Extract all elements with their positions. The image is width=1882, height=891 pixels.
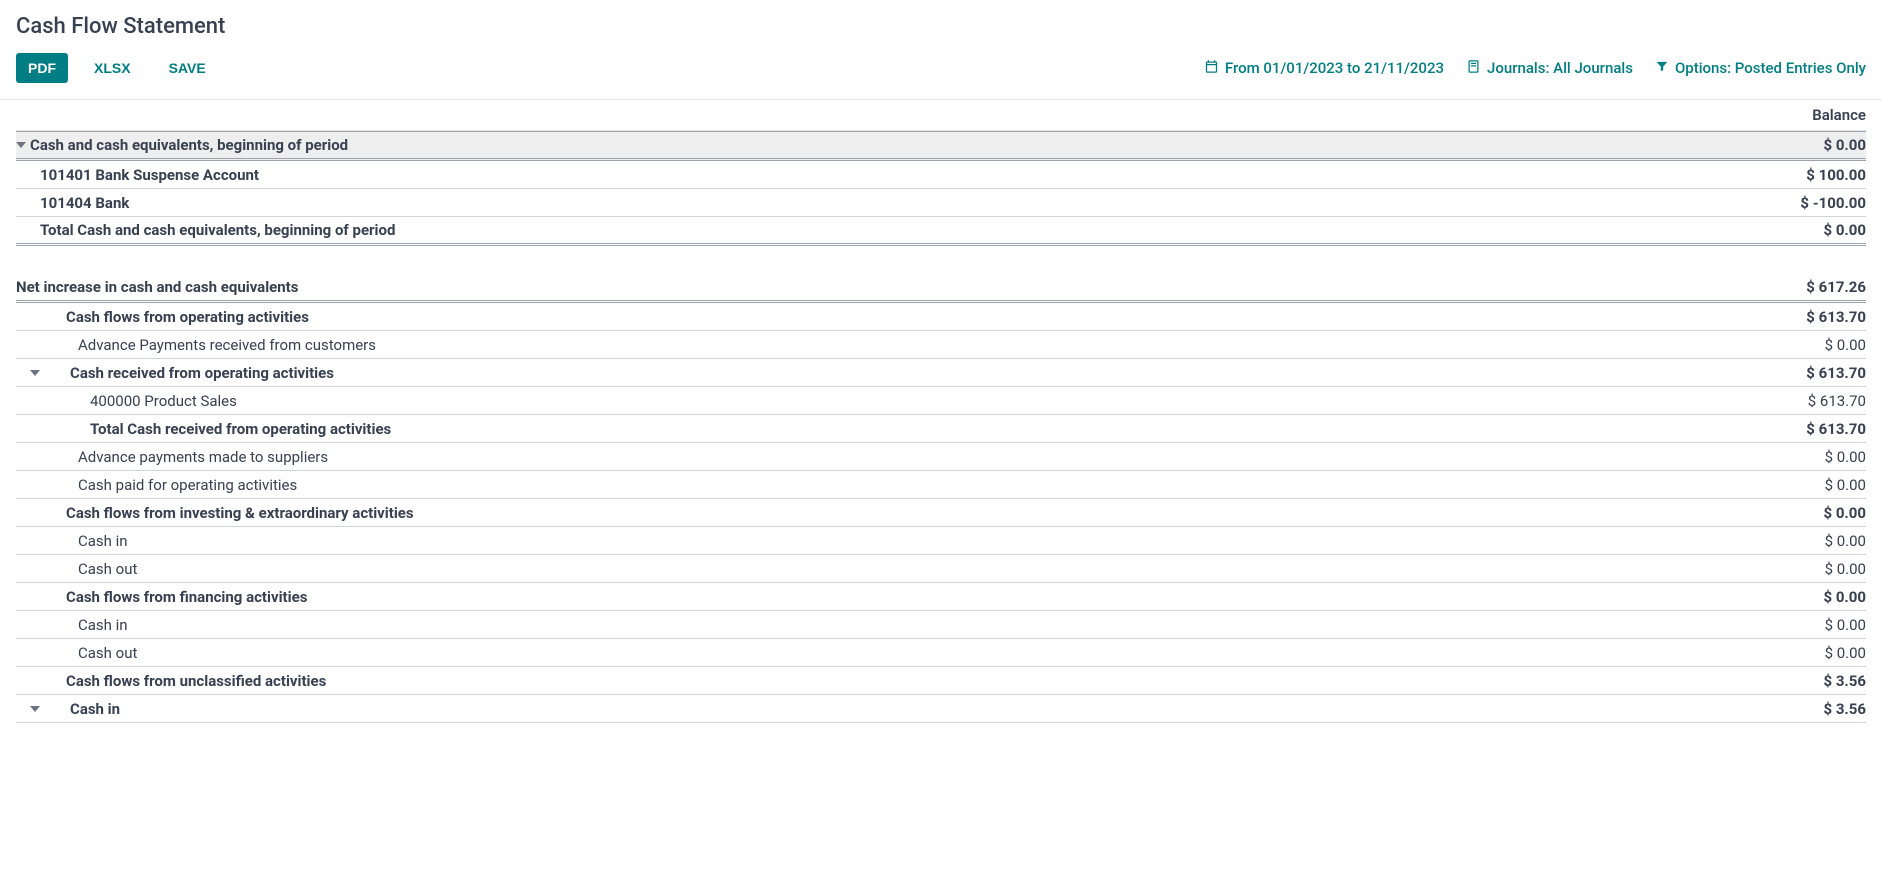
row-label: Cash flows from investing & extraordinar… bbox=[16, 504, 414, 522]
row-value: $ 0.00 bbox=[1825, 644, 1866, 662]
row-bank[interactable]: 101404 Bank $ -100.00 bbox=[16, 189, 1866, 217]
row-net-increase[interactable]: Net increase in cash and cash equivalent… bbox=[16, 274, 1866, 303]
column-header-row: Balance bbox=[16, 100, 1866, 131]
filter-journals[interactable]: Journals: All Journals bbox=[1466, 59, 1633, 78]
report-body: Balance Cash and cash equivalents, begin… bbox=[0, 100, 1882, 723]
row-label: Cash paid for operating activities bbox=[16, 476, 297, 494]
save-button[interactable]: SAVE bbox=[157, 53, 218, 83]
row-label: Cash out bbox=[16, 560, 137, 578]
row-financing-cash-out[interactable]: Cash out $ 0.00 bbox=[16, 639, 1866, 667]
row-investing-activities[interactable]: Cash flows from investing & extraordinar… bbox=[16, 499, 1866, 527]
caret-down-icon[interactable] bbox=[30, 704, 40, 714]
row-label: Total Cash received from operating activ… bbox=[16, 420, 391, 438]
row-label: Cash and cash equivalents, beginning of … bbox=[30, 136, 348, 154]
row-value: $ 0.00 bbox=[1823, 136, 1866, 154]
row-investing-cash-out[interactable]: Cash out $ 0.00 bbox=[16, 555, 1866, 583]
row-financing-cash-in[interactable]: Cash in $ 0.00 bbox=[16, 611, 1866, 639]
row-value: $ 613.70 bbox=[1806, 308, 1866, 326]
row-value: $ 0.00 bbox=[1825, 616, 1866, 634]
toolbar: PDF XLSX SAVE From 01/01/2023 to 21/11/2… bbox=[0, 45, 1882, 100]
row-label: 400000 Product Sales bbox=[16, 392, 237, 410]
filter-options[interactable]: Options: Posted Entries Only bbox=[1655, 59, 1866, 77]
row-value: $ 0.00 bbox=[1825, 448, 1866, 466]
row-label: Cash received from operating activities bbox=[44, 364, 334, 382]
row-unclassified-activities[interactable]: Cash flows from unclassified activities … bbox=[16, 667, 1866, 695]
caret-down-icon[interactable] bbox=[30, 368, 40, 378]
row-label: Cash in bbox=[16, 616, 128, 634]
balance-header: Balance bbox=[1812, 106, 1866, 124]
row-beginning-period[interactable]: Cash and cash equivalents, beginning of … bbox=[16, 131, 1866, 161]
row-advance-suppliers[interactable]: Advance payments made to suppliers $ 0.0… bbox=[16, 443, 1866, 471]
row-value: $ 617.26 bbox=[1806, 278, 1866, 296]
row-cash-paid-operating[interactable]: Cash paid for operating activities $ 0.0… bbox=[16, 471, 1866, 499]
row-label: Cash flows from operating activities bbox=[16, 308, 309, 326]
row-label: Advance payments made to suppliers bbox=[16, 448, 328, 466]
spacer bbox=[16, 246, 1866, 274]
row-unclassified-cash-in[interactable]: Cash in $ 3.56 bbox=[16, 695, 1866, 723]
caret-down-icon[interactable] bbox=[16, 140, 26, 150]
row-value: $ 100.00 bbox=[1806, 166, 1866, 184]
row-value: $ 0.00 bbox=[1823, 504, 1866, 522]
row-label: Total Cash and cash equivalents, beginni… bbox=[16, 221, 395, 239]
row-value: $ 3.56 bbox=[1823, 700, 1866, 718]
row-value: $ 613.70 bbox=[1808, 392, 1866, 410]
xlsx-button[interactable]: XLSX bbox=[82, 53, 143, 83]
row-value: $ 0.00 bbox=[1823, 588, 1866, 606]
row-label: Cash flows from unclassified activities bbox=[16, 672, 326, 690]
row-financing-activities[interactable]: Cash flows from financing activities $ 0… bbox=[16, 583, 1866, 611]
row-operating-activities[interactable]: Cash flows from operating activities $ 6… bbox=[16, 303, 1866, 331]
row-label: Cash out bbox=[16, 644, 137, 662]
row-label: 101401 Bank Suspense Account bbox=[16, 166, 259, 184]
row-label: Net increase in cash and cash equivalent… bbox=[16, 278, 298, 296]
filter-date-label: From 01/01/2023 to 21/11/2023 bbox=[1225, 59, 1444, 77]
row-cash-received-operating[interactable]: Cash received from operating activities … bbox=[16, 359, 1866, 387]
row-label: 101404 Bank bbox=[16, 194, 129, 212]
filter-journals-label: Journals: All Journals bbox=[1487, 59, 1633, 77]
row-label: Cash flows from financing activities bbox=[16, 588, 307, 606]
row-total-beginning[interactable]: Total Cash and cash equivalents, beginni… bbox=[16, 217, 1866, 246]
row-product-sales[interactable]: 400000 Product Sales $ 613.70 bbox=[16, 387, 1866, 415]
row-label: Cash in bbox=[44, 700, 120, 718]
row-bank-suspense[interactable]: 101401 Bank Suspense Account $ 100.00 bbox=[16, 161, 1866, 189]
row-value: $ 613.70 bbox=[1806, 364, 1866, 382]
row-value: $ 613.70 bbox=[1806, 420, 1866, 438]
row-investing-cash-in[interactable]: Cash in $ 0.00 bbox=[16, 527, 1866, 555]
row-value: $ 0.00 bbox=[1825, 560, 1866, 578]
pdf-button[interactable]: PDF bbox=[16, 53, 68, 83]
row-value: $ 0.00 bbox=[1825, 336, 1866, 354]
row-label: Advance Payments received from customers bbox=[16, 336, 376, 354]
row-value: $ 0.00 bbox=[1825, 532, 1866, 550]
filter-date[interactable]: From 01/01/2023 to 21/11/2023 bbox=[1204, 59, 1444, 78]
book-icon bbox=[1466, 59, 1481, 78]
row-value: $ 3.56 bbox=[1823, 672, 1866, 690]
row-advance-customers[interactable]: Advance Payments received from customers… bbox=[16, 331, 1866, 359]
row-value: $ -100.00 bbox=[1800, 194, 1866, 212]
row-value: $ 0.00 bbox=[1825, 476, 1866, 494]
row-label: Cash in bbox=[16, 532, 128, 550]
calendar-icon bbox=[1204, 59, 1219, 78]
filter-options-label: Options: Posted Entries Only bbox=[1675, 59, 1866, 77]
row-total-cash-received[interactable]: Total Cash received from operating activ… bbox=[16, 415, 1866, 443]
toolbar-right: From 01/01/2023 to 21/11/2023 Journals: … bbox=[1204, 59, 1866, 78]
page-title: Cash Flow Statement bbox=[0, 0, 1882, 45]
filter-icon bbox=[1655, 59, 1669, 77]
toolbar-left: PDF XLSX SAVE bbox=[16, 53, 218, 83]
row-value: $ 0.00 bbox=[1823, 221, 1866, 239]
